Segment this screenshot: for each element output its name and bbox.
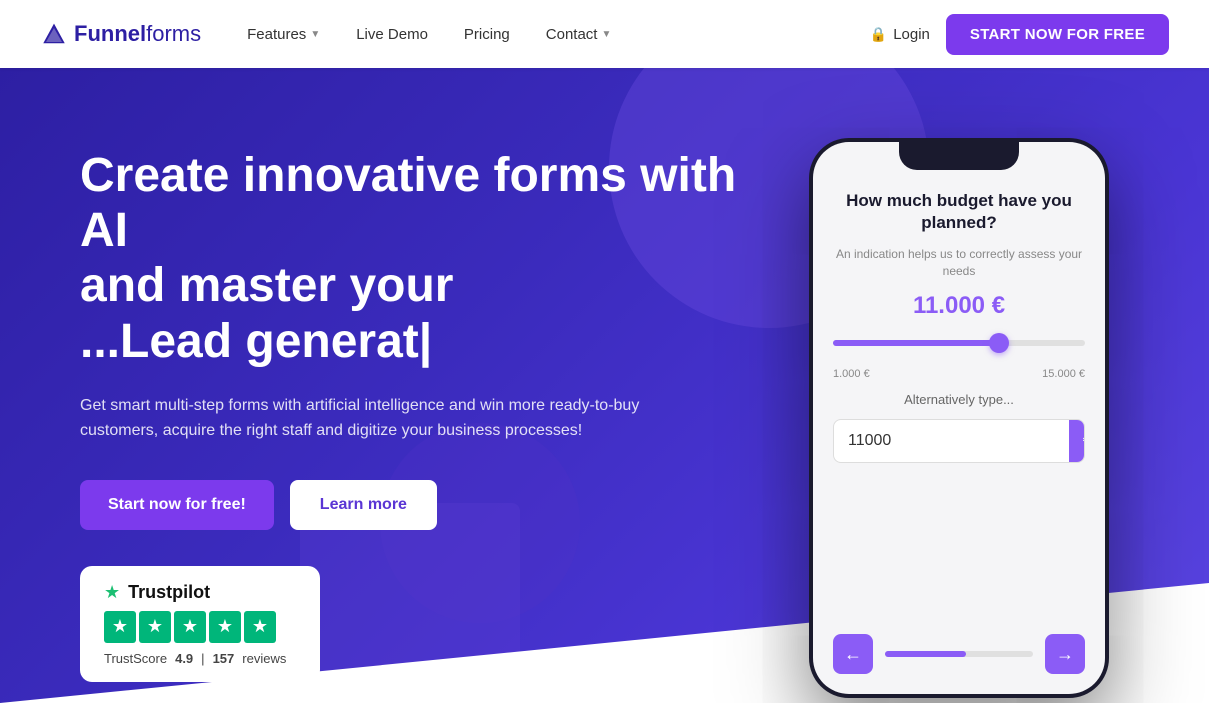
tp-star-2: ★ [139, 611, 171, 643]
phone-wrapper: How much budget have you planned? An ind… [809, 138, 1109, 698]
trust-score-value: 4.9 [175, 651, 193, 666]
logo-forms: forms [146, 21, 201, 46]
trust-score-label: TrustScore [104, 651, 167, 666]
phone-hint: An indication helps us to correctly asse… [833, 246, 1085, 280]
nav-features[interactable]: Features ▼ [233, 18, 334, 51]
phone-nav: ← → [833, 624, 1085, 674]
phone-next-button[interactable]: → [1045, 634, 1085, 674]
phone-currency-symbol: € [1069, 420, 1085, 462]
trustpilot-score-row: TrustScore 4.9 | 157 reviews [104, 651, 296, 666]
chevron-down-icon: ▼ [310, 29, 320, 40]
slider-track[interactable] [833, 340, 1085, 346]
nav-pricing[interactable]: Pricing [450, 18, 524, 51]
slider-labels: 1.000 € 15.000 € [833, 368, 1085, 380]
phone-amount: 11.000 € [833, 292, 1085, 320]
nav-links: Features ▼ Live Demo Pricing Contact ▼ [233, 18, 838, 51]
phone-screen: How much budget have you planned? An ind… [813, 142, 1105, 694]
logo[interactable]: Funnelforms [40, 20, 201, 48]
logo-funnel: Funnel [74, 21, 146, 46]
tp-star-5: ★ [244, 611, 276, 643]
trustpilot-header: ★ Trustpilot [104, 582, 296, 603]
hero-title-line1: Create innovative forms with AI [80, 149, 736, 257]
phone-budget-input[interactable] [834, 420, 1069, 462]
tp-star-3: ★ [174, 611, 206, 643]
start-now-button[interactable]: START NOW FOR FREE [946, 14, 1169, 55]
trustpilot-stars: ★ ★ ★ ★ ★ [104, 611, 296, 643]
nav-right: 🔒 Login START NOW FOR FREE [870, 14, 1169, 55]
nav-contact-label: Contact [546, 26, 598, 43]
phone-frame: How much budget have you planned? An ind… [809, 138, 1109, 698]
trust-score-separator: | [201, 651, 204, 666]
hero-section: Create innovative forms with AI and mast… [0, 68, 1209, 703]
hero-right: How much budget have you planned? An ind… [789, 128, 1129, 698]
phone-back-button[interactable]: ← [833, 634, 873, 674]
phone-question: How much budget have you planned? [833, 190, 1085, 234]
slider-thumb[interactable] [989, 333, 1009, 353]
slider-max-label: 15.000 € [1042, 368, 1085, 380]
nav-pricing-label: Pricing [464, 26, 510, 43]
lock-icon: 🔒 [870, 26, 887, 43]
phone-progress-track [885, 651, 1033, 657]
reviews-label: reviews [242, 651, 286, 666]
hero-title-line3: ...Lead generat| [80, 315, 432, 368]
nav-contact[interactable]: Contact ▼ [532, 18, 626, 51]
tp-star-1: ★ [104, 611, 136, 643]
hero-left: Create innovative forms with AI and mast… [80, 128, 789, 682]
logo-icon [40, 20, 68, 48]
slider-fill [833, 340, 999, 346]
nav-features-label: Features [247, 26, 306, 43]
login-label: Login [893, 26, 930, 43]
phone-content: How much budget have you planned? An ind… [813, 142, 1105, 694]
navbar: Funnelforms Features ▼ Live Demo Pricing… [0, 0, 1209, 68]
phone-alt-label: Alternatively type... [833, 392, 1085, 407]
trustpilot-logo: Trustpilot [128, 582, 210, 603]
logo-text: Funnelforms [74, 21, 201, 47]
phone-progress-fill [885, 651, 966, 657]
nav-live-demo-label: Live Demo [356, 26, 428, 43]
phone-notch [899, 142, 1019, 170]
chevron-down-icon-contact: ▼ [601, 29, 611, 40]
hero-subtitle: Get smart multi-step forms with artifici… [80, 393, 640, 444]
phone-input-row[interactable]: € [833, 419, 1085, 463]
trustpilot-box: ★ Trustpilot ★ ★ ★ ★ ★ TrustScore 4.9 | … [80, 566, 320, 682]
hero-title-line2: and master your [80, 259, 453, 312]
learn-more-button[interactable]: Learn more [290, 480, 437, 530]
hero-title: Create innovative forms with AI and mast… [80, 148, 789, 369]
login-button[interactable]: 🔒 Login [870, 26, 930, 43]
trustpilot-star-icon: ★ [104, 582, 120, 603]
reviews-count: 157 [213, 651, 235, 666]
tp-star-4: ★ [209, 611, 241, 643]
slider-min-label: 1.000 € [833, 368, 870, 380]
start-free-button[interactable]: Start now for free! [80, 480, 274, 530]
hero-buttons: Start now for free! Learn more [80, 480, 789, 530]
nav-live-demo[interactable]: Live Demo [342, 18, 442, 51]
